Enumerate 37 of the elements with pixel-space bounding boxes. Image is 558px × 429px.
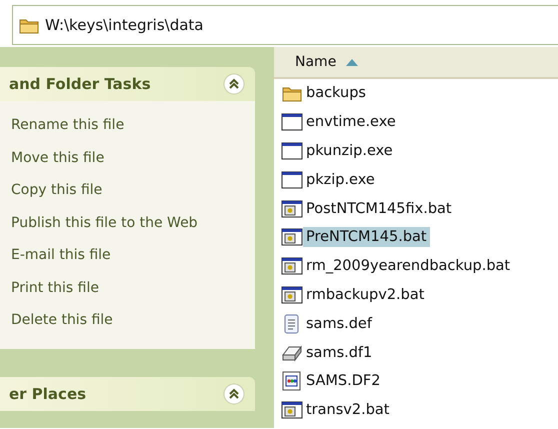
column-header[interactable]: Name	[274, 47, 558, 79]
file-name[interactable]: pkzip.exe	[303, 170, 378, 190]
panel-title: and Folder Tasks	[9, 75, 151, 93]
file-name[interactable]: pkunzip.exe	[303, 140, 396, 161]
folder-icon	[19, 16, 39, 34]
task-link[interactable]: E-mail this file	[11, 239, 111, 272]
batch-file-icon	[281, 284, 303, 305]
collapse-button[interactable]	[223, 73, 245, 95]
file-name[interactable]: sams.df1	[303, 342, 376, 363]
task-link[interactable]: Publish this file to the Web	[11, 206, 198, 239]
address-field[interactable]: W:\keys\integris\data	[12, 5, 558, 45]
folder-icon	[281, 84, 303, 102]
task-link[interactable]: Rename this file	[11, 109, 124, 142]
file-name[interactable]: rmbackupv2.bat	[303, 284, 428, 305]
file-name[interactable]: PostNTCM145fix.bat	[303, 198, 455, 219]
program-window-icon	[281, 112, 303, 132]
task-link[interactable]: Print this file	[11, 272, 99, 304]
file-name[interactable]: PreNTCM145.bat	[303, 227, 430, 248]
collapse-button[interactable]	[223, 382, 245, 404]
file-name[interactable]: transv2.bat	[303, 400, 392, 420]
file-name[interactable]: rm_2009yearendbackup.bat	[303, 256, 514, 276]
task-link[interactable]: Copy this file	[11, 174, 102, 206]
batch-file-icon	[281, 227, 303, 248]
column-label: Name	[295, 54, 336, 70]
file-name[interactable]: envtime.exe	[303, 112, 399, 132]
file-name[interactable]: SAMS.DF2	[303, 371, 384, 392]
panel-title: er Places	[9, 384, 86, 402]
batch-file-icon	[281, 256, 303, 276]
program-window-icon	[281, 140, 303, 161]
program-window-icon	[281, 170, 303, 190]
task-link[interactable]: Move this file	[11, 142, 104, 174]
file-name[interactable]: backups	[303, 83, 369, 104]
batch-file-icon	[281, 198, 303, 219]
task-link[interactable]: Delete this file	[11, 304, 113, 336]
batch-file-icon	[281, 400, 303, 420]
file-name[interactable]: sams.def	[303, 314, 375, 334]
application-icon	[281, 371, 303, 392]
